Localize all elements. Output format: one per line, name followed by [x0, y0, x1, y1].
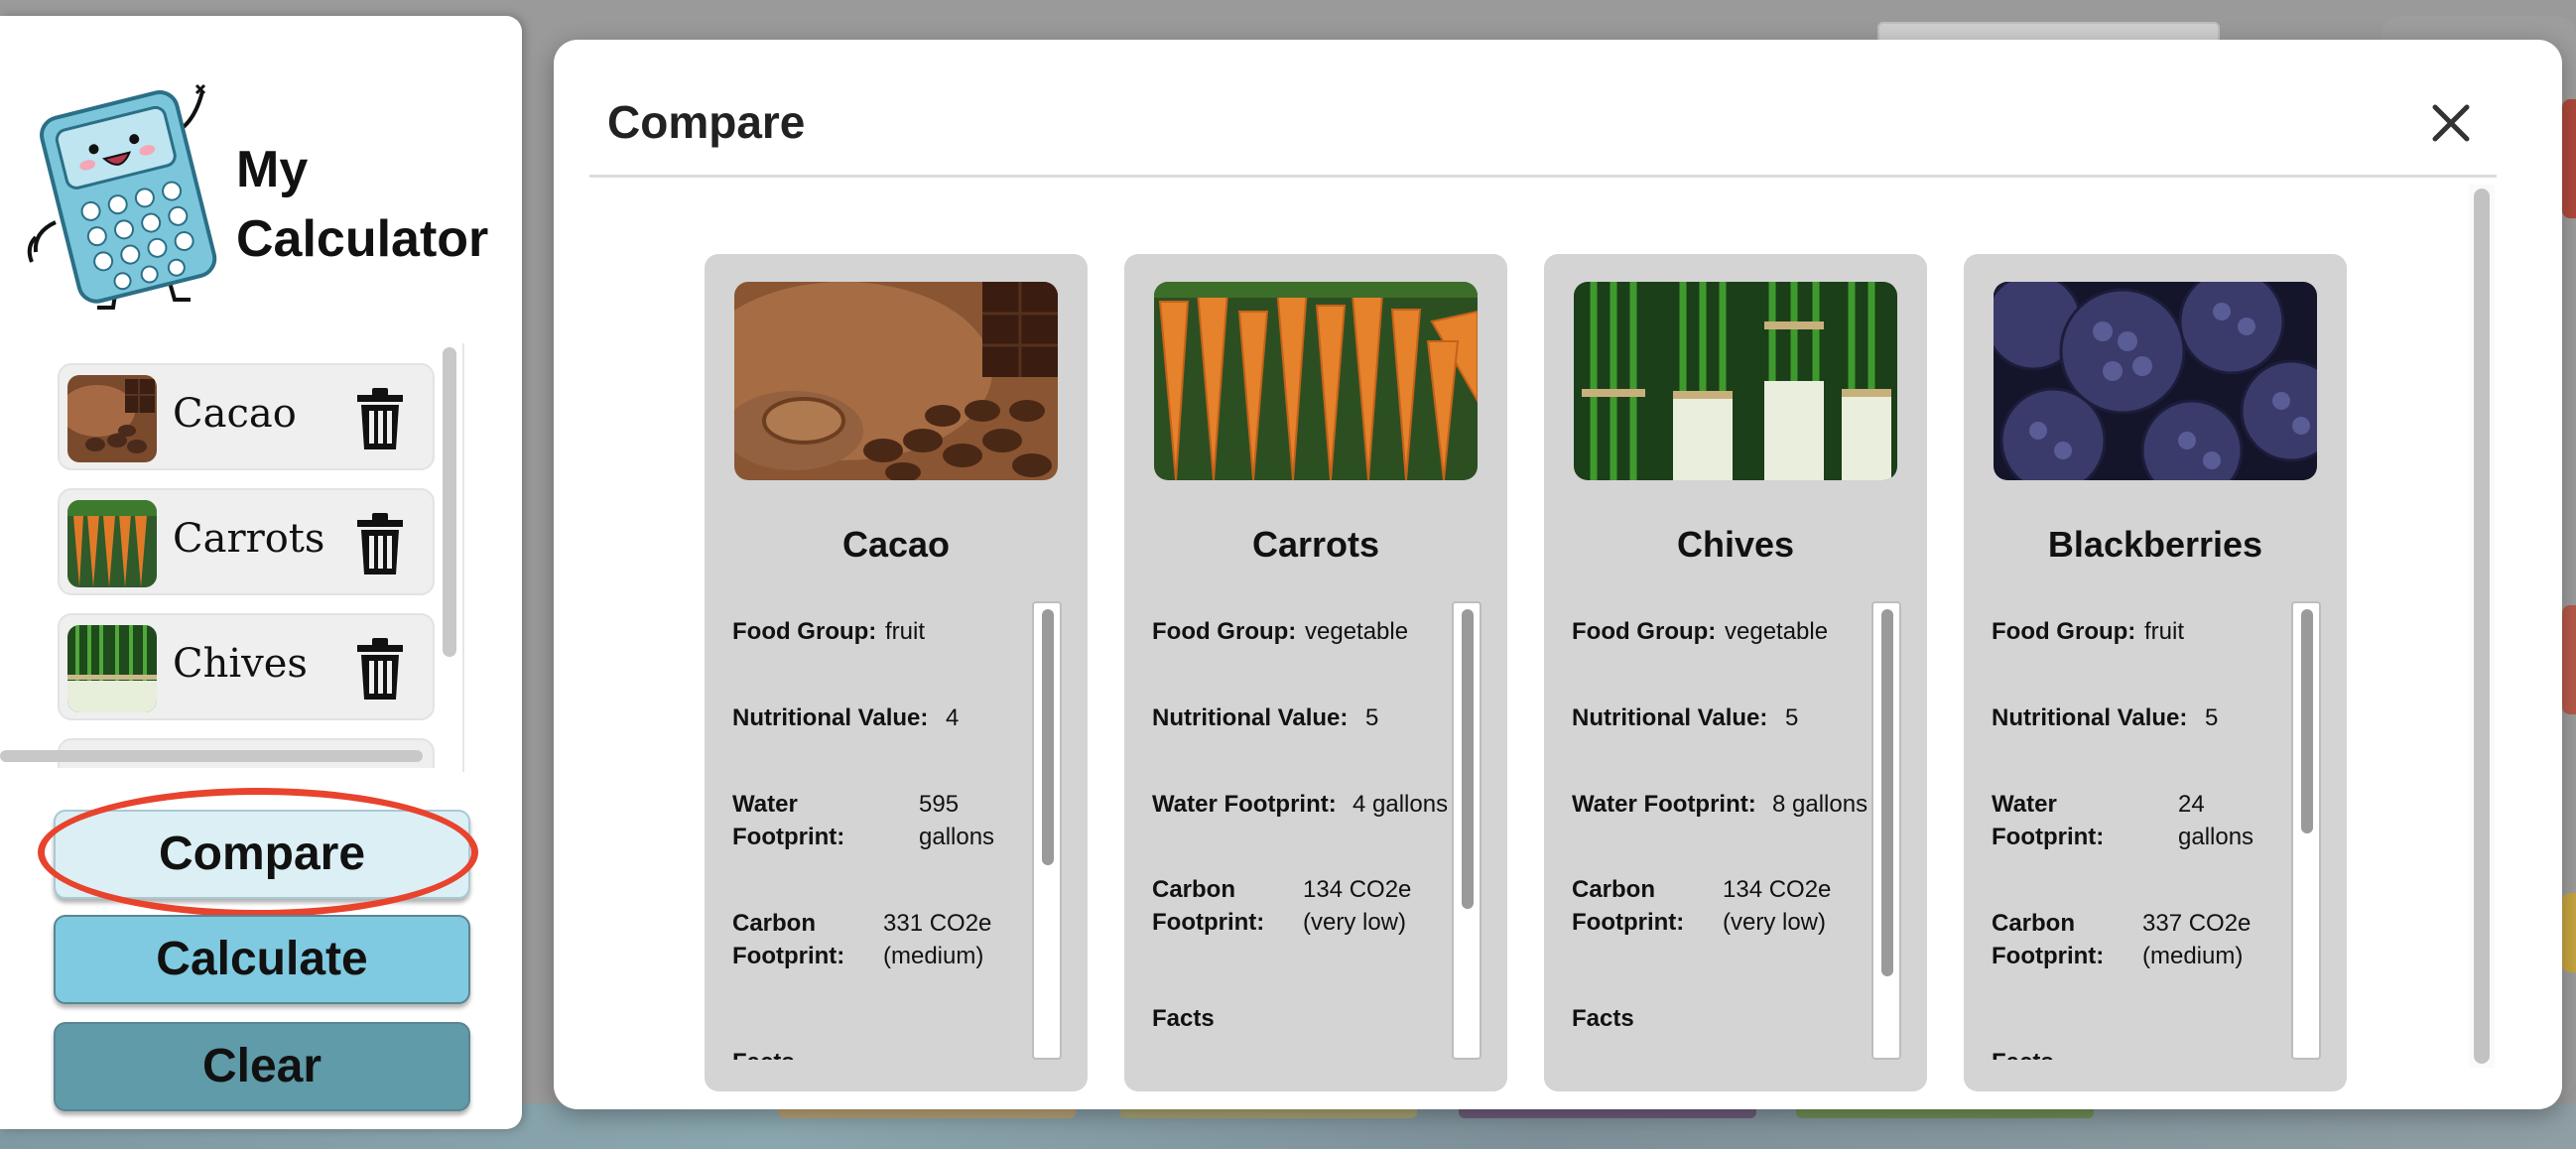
modal-scrollbar-thumb[interactable]	[2474, 189, 2490, 1064]
cacao-thumbnail	[67, 375, 157, 462]
food-group-value: fruit	[885, 618, 926, 645]
food-group-label: Food Group:	[1992, 618, 2136, 645]
carrots-image	[1154, 282, 1478, 480]
highlight-annotation	[38, 788, 478, 917]
carbon-footprint-label-1: Carbon	[1572, 876, 1655, 903]
sidebar: My Calculator Cacao Carrots Chives Compa…	[0, 16, 522, 1129]
nutritional-value: 5	[1365, 704, 1379, 731]
background-edge-image	[2562, 605, 2576, 714]
card-details[interactable]: Food Group: fruit Nutritional Value: 5 W…	[1974, 601, 2301, 1060]
carbon-footprint-label-1: Carbon	[1152, 876, 1235, 903]
card-details[interactable]: Food Group: fruit Nutritional Value: 4 W…	[714, 601, 1042, 1060]
nutritional-value-label: Nutritional Value:	[1572, 704, 1768, 731]
carbon-footprint-value-1: 134 CO2e	[1723, 876, 1832, 903]
carbon-footprint-label-1: Carbon	[732, 910, 816, 937]
list-divider	[462, 343, 464, 772]
carbon-footprint-value-1: 337 CO2e	[2142, 910, 2252, 937]
facts-label: Facts	[1992, 1046, 2054, 1060]
trash-icon[interactable]	[355, 637, 405, 701]
food-group-label: Food Group:	[1152, 618, 1297, 645]
card-scrollbar-thumb[interactable]	[1881, 609, 1893, 976]
list-item-cacao[interactable]: Cacao	[58, 363, 435, 470]
card-title: Cacao	[841, 524, 951, 565]
close-icon[interactable]	[2423, 95, 2479, 151]
modal-title: Compare	[607, 96, 806, 148]
water-footprint-label-2: Footprint:	[1992, 824, 2105, 850]
card-scrollbar-thumb[interactable]	[1462, 609, 1474, 909]
calculator-mascot-icon	[27, 83, 217, 310]
card-details[interactable]: Food Group: vegetable Nutritional Value:…	[1554, 601, 1881, 1060]
carbon-footprint-label-2: Footprint:	[1152, 909, 1265, 936]
nutritional-value: 4	[946, 704, 960, 731]
list-item-carrots[interactable]: Carrots	[58, 488, 435, 595]
carbon-footprint-value-1: 134 CO2e	[1303, 876, 1412, 903]
water-footprint-value-1: 24	[2178, 791, 2205, 818]
card-title: Chives	[1676, 524, 1795, 565]
carbon-footprint-label-2: Footprint:	[1572, 909, 1685, 936]
clear-button[interactable]: Clear	[54, 1022, 470, 1111]
nutritional-value: 5	[2205, 704, 2219, 731]
facts-label: Facts	[1572, 1005, 1634, 1032]
card-title: Carrots	[1251, 524, 1380, 565]
water-footprint-value-2: gallons	[919, 824, 995, 850]
carbon-footprint-value-2: (medium)	[2142, 943, 2244, 969]
facts-label: Facts	[732, 1046, 795, 1060]
carbon-footprint-label-1: Carbon	[1992, 910, 2075, 937]
water-footprint-label: Water Footprint:	[1152, 791, 1337, 818]
card-title: Blackberries	[2047, 524, 2263, 565]
compare-card-carrots: Carrots Food Group: vegetable Nutritiona…	[1124, 254, 1507, 1091]
compare-card-chives: Chives Food Group: vegetable Nutritional…	[1544, 254, 1927, 1091]
water-footprint-label: Water Footprint:	[1572, 791, 1756, 818]
water-footprint-value: 8 gallons	[1772, 791, 1868, 818]
food-group-label: Food Group:	[1572, 618, 1717, 645]
food-group-label: Food Group:	[732, 618, 877, 645]
modal-divider	[589, 175, 2497, 178]
background-edge-image	[2562, 99, 2576, 218]
card-details[interactable]: Food Group: vegetable Nutritional Value:…	[1134, 601, 1462, 1060]
water-footprint-label-1: Water	[1992, 791, 2057, 818]
water-footprint-value-1: 595	[919, 791, 960, 818]
list-vertical-scrollbar[interactable]	[443, 347, 456, 657]
nutritional-value-label: Nutritional Value:	[1992, 704, 2188, 731]
list-item-chives[interactable]: Chives	[58, 613, 435, 720]
trash-icon[interactable]	[355, 387, 405, 450]
water-footprint-value: 4 gallons	[1352, 791, 1449, 818]
nutritional-value-label: Nutritional Value:	[732, 704, 929, 731]
item-label: Cacao	[173, 391, 297, 437]
carbon-footprint-value-2: (very low)	[1723, 909, 1827, 936]
cacao-image	[734, 282, 1058, 480]
carrots-thumbnail	[67, 500, 157, 587]
list-horizontal-scrollbar[interactable]	[0, 750, 423, 762]
chives-thumbnail	[67, 625, 157, 712]
water-footprint-label-2: Footprint:	[732, 824, 845, 850]
item-label: Chives	[173, 641, 308, 687]
facts-label: Facts	[1152, 1005, 1215, 1032]
carbon-footprint-value-2: (medium)	[883, 943, 984, 969]
compare-modal: Compare Cacao Food Group: fruit Nutritio…	[554, 40, 2562, 1109]
background-edge-image	[2562, 893, 2576, 972]
card-scrollbar-thumb[interactable]	[2301, 609, 2313, 833]
carbon-footprint-value-2: (very low)	[1303, 909, 1407, 936]
food-group-value: fruit	[2144, 618, 2185, 645]
compare-card-cacao: Cacao Food Group: fruit Nutritional Valu…	[705, 254, 1088, 1091]
food-group-value: vegetable	[1725, 618, 1829, 645]
app-title: My Calculator	[236, 141, 489, 268]
chives-image	[1574, 282, 1897, 480]
food-group-value: vegetable	[1305, 618, 1409, 645]
selected-items-list[interactable]: Cacao Carrots Chives	[0, 331, 462, 768]
carbon-footprint-label-2: Footprint:	[732, 943, 845, 969]
card-scrollbar-thumb[interactable]	[1042, 609, 1054, 865]
carbon-footprint-label-2: Footprint:	[1992, 943, 2105, 969]
nutritional-value-label: Nutritional Value:	[1152, 704, 1349, 731]
nutritional-value: 5	[1785, 704, 1799, 731]
water-footprint-label-1: Water	[732, 791, 798, 818]
calculate-button[interactable]: Calculate	[54, 915, 470, 1004]
item-label: Carrots	[173, 516, 325, 562]
carbon-footprint-value-1: 331 CO2e	[883, 910, 992, 937]
trash-icon[interactable]	[355, 512, 405, 575]
compare-card-blackberries: Blackberries Food Group: fruit Nutrition…	[1964, 254, 2347, 1091]
water-footprint-value-2: gallons	[2178, 824, 2254, 850]
blackberries-image	[1994, 282, 2317, 480]
